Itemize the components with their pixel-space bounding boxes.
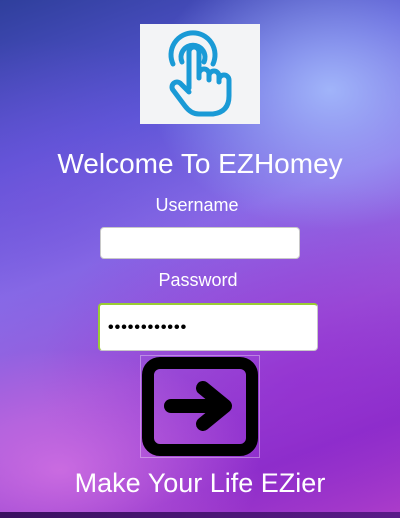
- page-title: Welcome To EZHomey: [57, 148, 343, 179]
- arrow-right-icon: [142, 357, 258, 456]
- username-input[interactable]: [100, 227, 300, 259]
- hand-tap-icon: [168, 30, 232, 117]
- login-submit-button[interactable]: [140, 355, 260, 458]
- password-label: Password: [158, 270, 238, 290]
- app-logo: [140, 24, 260, 124]
- password-input[interactable]: [98, 303, 318, 351]
- screen-bottom-edge: [0, 512, 400, 518]
- username-label: Username: [155, 195, 239, 215]
- tagline: Make Your Life EZier: [74, 468, 326, 498]
